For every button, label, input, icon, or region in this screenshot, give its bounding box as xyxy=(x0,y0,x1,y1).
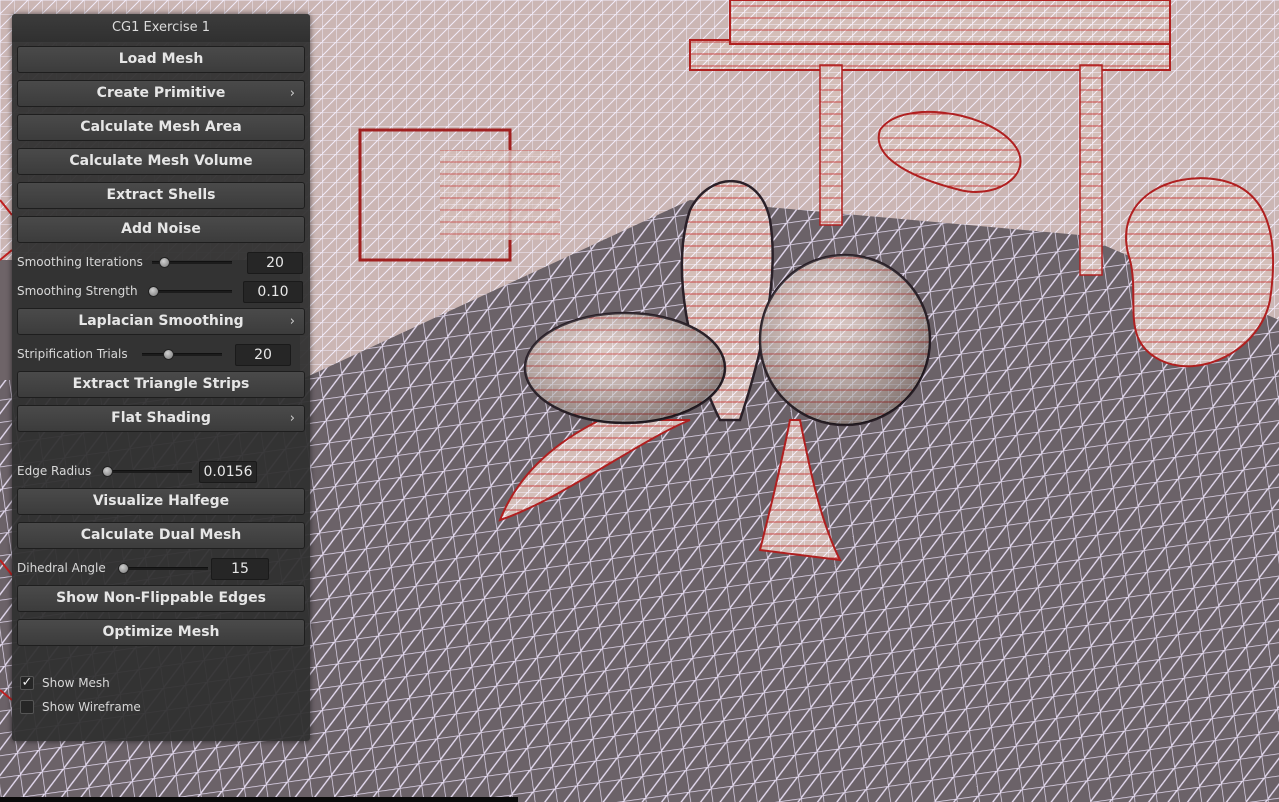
stripification-trials-label: Stripification Trials xyxy=(17,347,128,361)
extract-triangle-strips-button[interactable]: Extract Triangle Strips xyxy=(17,371,305,398)
add-noise-label: Add Noise xyxy=(121,221,201,237)
calculate-dual-mesh-button[interactable]: Calculate Dual Mesh xyxy=(17,522,305,549)
control-panel: CG1 Exercise 1 Load Mesh Create Primitiv… xyxy=(12,14,310,741)
edge-radius-label: Edge Radius xyxy=(17,464,92,478)
create-primitive-button[interactable]: Create Primitive › xyxy=(17,80,305,107)
visualize-halfedge-button[interactable]: Visualize Halfege xyxy=(17,488,305,515)
load-mesh-label: Load Mesh xyxy=(118,51,204,67)
dihedral-angle-knob[interactable] xyxy=(118,563,129,574)
smoothing-strength-label: Smoothing Strength xyxy=(17,284,138,298)
smoothing-strength-knob[interactable] xyxy=(148,286,159,297)
panel-title[interactable]: CG1 Exercise 1 xyxy=(12,14,310,42)
left-lobe-shade xyxy=(525,313,725,423)
smoothing-iterations-value[interactable]: 20 xyxy=(247,252,303,274)
load-mesh-button[interactable]: Load Mesh xyxy=(17,46,305,73)
laplacian-smoothing-label: Laplacian Smoothing xyxy=(78,313,244,329)
create-primitive-label: Create Primitive xyxy=(96,85,226,101)
show-wireframe-checkbox[interactable] xyxy=(20,700,34,714)
bottom-strip xyxy=(0,797,518,802)
calculate-mesh-area-label: Calculate Mesh Area xyxy=(80,119,242,135)
edge-radius-knob[interactable] xyxy=(102,466,113,477)
laplacian-smoothing-button[interactable]: Laplacian Smoothing › xyxy=(17,308,305,335)
back-box xyxy=(729,0,1171,45)
right-sculpture xyxy=(1125,177,1275,368)
show-non-flippable-edges-button[interactable]: Show Non-Flippable Edges xyxy=(17,585,305,612)
show-non-flippable-edges-label: Show Non-Flippable Edges xyxy=(56,590,266,606)
show-mesh-label: Show Mesh xyxy=(42,676,110,690)
show-wireframe-label: Show Wireframe xyxy=(42,700,141,714)
pillar-right xyxy=(1079,64,1103,276)
stripification-trials-value[interactable]: 20 xyxy=(235,344,291,366)
optimize-mesh-label: Optimize Mesh xyxy=(102,624,220,640)
stripification-trials-track[interactable] xyxy=(142,353,222,356)
extract-shells-label: Extract Shells xyxy=(106,187,216,203)
chevron-right-icon: › xyxy=(289,411,295,426)
show-mesh-checkbox[interactable]: ✓ xyxy=(20,676,34,690)
stripification-trials-knob[interactable] xyxy=(163,349,174,360)
calculate-mesh-area-button[interactable]: Calculate Mesh Area xyxy=(17,114,305,141)
calculate-mesh-volume-label: Calculate Mesh Volume xyxy=(69,153,253,169)
smoothing-iterations-knob[interactable] xyxy=(159,257,170,268)
flat-shading-button[interactable]: Flat Shading › xyxy=(17,405,305,432)
wall-frame-inner xyxy=(440,150,560,240)
edge-radius-value[interactable]: 0.0156 xyxy=(199,461,257,483)
visualize-halfedge-label: Visualize Halfege xyxy=(92,493,230,509)
chevron-right-icon: › xyxy=(289,86,295,101)
chevron-right-icon: › xyxy=(289,314,295,329)
smoothing-iterations-label: Smoothing Iterations xyxy=(17,255,143,269)
calculate-dual-mesh-label: Calculate Dual Mesh xyxy=(80,527,242,543)
smoothing-strength-value[interactable]: 0.10 xyxy=(243,281,303,303)
optimize-mesh-button[interactable]: Optimize Mesh xyxy=(17,619,305,646)
dihedral-angle-label: Dihedral Angle xyxy=(17,561,106,575)
extract-triangle-strips-label: Extract Triangle Strips xyxy=(72,376,250,392)
extract-shells-button[interactable]: Extract Shells xyxy=(17,182,305,209)
right-sphere-shade xyxy=(760,255,930,425)
calculate-mesh-volume-button[interactable]: Calculate Mesh Volume xyxy=(17,148,305,175)
pillar xyxy=(819,64,843,226)
smoothing-strength-track[interactable] xyxy=(148,290,232,293)
dihedral-angle-track[interactable] xyxy=(118,567,208,570)
flat-shading-label: Flat Shading xyxy=(111,410,211,426)
add-noise-button[interactable]: Add Noise xyxy=(17,216,305,243)
edge-radius-track[interactable] xyxy=(102,470,192,473)
dihedral-angle-value[interactable]: 15 xyxy=(211,558,269,580)
